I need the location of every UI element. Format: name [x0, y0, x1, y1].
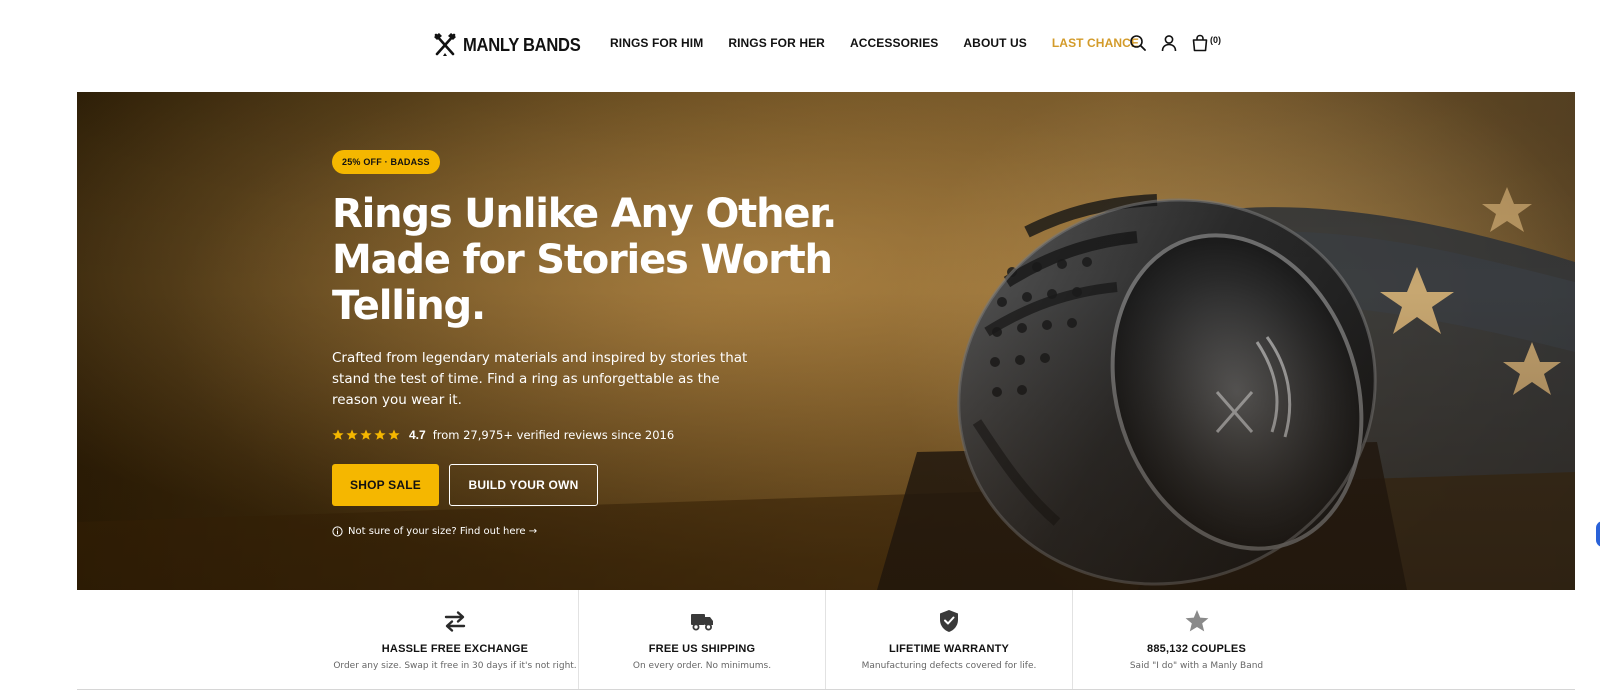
account-icon[interactable]	[1160, 34, 1178, 52]
build-your-own-button[interactable]: BUILD YOUR OWN	[449, 464, 598, 506]
truck-icon	[691, 614, 713, 631]
search-icon[interactable]	[1129, 34, 1147, 52]
nav-rings-for-her[interactable]: RINGS FOR HER	[728, 36, 825, 50]
star-icon	[346, 429, 358, 440]
nav-about-us[interactable]: ABOUT US	[963, 36, 1026, 50]
features-divider	[77, 689, 1575, 690]
feature-couples: 885,132 COUPLES Said "I do" with a Manly…	[1073, 590, 1320, 690]
size-help-link[interactable]: Not sure of your size? Find out here →	[332, 526, 892, 537]
size-help-text: Not sure of your size? Find out here →	[348, 526, 538, 537]
hero-title: Rings Unlike Any Other. Made for Stories…	[332, 191, 892, 329]
feature-text: Order any size. Swap it free in 30 days …	[333, 661, 577, 671]
nav-accessories[interactable]: ACCESSORIES	[850, 36, 938, 50]
main-nav: RINGS FOR HIM RINGS FOR HER ACCESSORIES …	[610, 36, 1139, 50]
star-icon	[360, 429, 372, 440]
hero-title-line: Rings Unlike Any Other.	[332, 191, 837, 237]
rating-summary: 4.7 from 27,975+ verified reviews since …	[332, 426, 892, 444]
header-actions: (0)	[1129, 34, 1221, 52]
star-icon	[1185, 610, 1208, 632]
features-bar: HASSLE FREE EXCHANGE Order any size. Swa…	[77, 590, 1575, 691]
hero-description: Crafted from legendary materials and ins…	[332, 348, 752, 411]
feature-title: 885,132 COUPLES	[1147, 643, 1246, 655]
feature-shipping: FREE US SHIPPING On every order. No mini…	[579, 590, 826, 690]
feature-title: LIFETIME WARRANTY	[888, 643, 1010, 655]
feature-text: On every order. No minimums.	[632, 661, 772, 671]
site-header: MANLY BANDS RINGS FOR HIM RINGS FOR HER …	[0, 0, 1600, 90]
rating-value: 4.7	[409, 428, 426, 442]
logo-text: MANLY BANDS	[463, 34, 581, 55]
hero-description-line: reason you wear it.	[332, 392, 462, 408]
hero-description-line: stand the test of time. Find a ring as u…	[332, 371, 720, 387]
feature-text: Said "I do" with a Manly Band	[1129, 661, 1264, 671]
sale-badge: 25% OFF · BADASS	[332, 150, 440, 174]
crossed-axes-logo-icon	[434, 33, 456, 56]
hero-description-line: Crafted from legendary materials and ins…	[332, 350, 748, 366]
shield-check-icon	[940, 610, 958, 632]
feature-title: FREE US SHIPPING	[648, 643, 756, 655]
cart-count: (0)	[1210, 35, 1221, 45]
rating-text: from 27,975+ verified reviews since 2016	[432, 428, 675, 442]
cart-button[interactable]: (0)	[1191, 34, 1221, 52]
info-icon	[332, 526, 343, 537]
hero-banner: 25% OFF · BADASS Rings Unlike Any Other.…	[77, 92, 1575, 590]
feature-warranty: LIFETIME WARRANTY Manufacturing defects …	[826, 590, 1073, 690]
hero-content: 25% OFF · BADASS Rings Unlike Any Other.…	[332, 150, 892, 537]
hero-buttons: SHOP SALE BUILD YOUR OWN	[332, 464, 892, 506]
hero-title-line: Telling.	[332, 283, 486, 329]
exchange-icon	[444, 611, 466, 632]
chat-widget-button[interactable]	[1596, 521, 1600, 547]
rating-stars	[332, 429, 400, 441]
star-icon	[374, 429, 386, 440]
feature-exchange: HASSLE FREE EXCHANGE Order any size. Swa…	[332, 590, 579, 690]
star-icon	[332, 429, 344, 440]
shop-sale-button[interactable]: SHOP SALE	[332, 464, 439, 506]
star-icon	[388, 429, 400, 440]
feature-text: Manufacturing defects covered for life.	[861, 661, 1037, 671]
hero-title-line: Made for Stories Worth	[332, 237, 833, 283]
logo[interactable]: MANLY BANDS	[433, 31, 591, 59]
feature-title: HASSLE FREE EXCHANGE	[381, 643, 529, 655]
nav-rings-for-him[interactable]: RINGS FOR HIM	[610, 36, 703, 50]
cart-icon	[1192, 34, 1208, 52]
nav-last-chance[interactable]: LAST CHANCE	[1052, 36, 1139, 50]
